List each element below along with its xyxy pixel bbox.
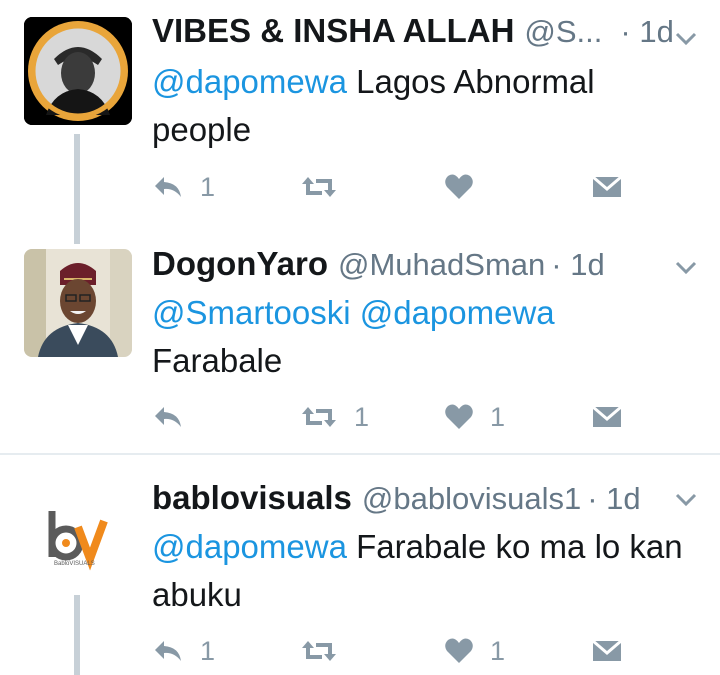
- message-icon: [592, 405, 622, 427]
- retweet-button[interactable]: [300, 167, 354, 207]
- message-button[interactable]: [592, 167, 622, 207]
- tweet-body: Farabale: [152, 342, 283, 379]
- timestamp[interactable]: · 1d: [587, 481, 640, 517]
- like-count: 1: [490, 401, 506, 432]
- reply-count: 1: [200, 635, 216, 666]
- avatar[interactable]: [24, 17, 132, 125]
- action-bar: 1 1: [152, 397, 632, 437]
- chevron-down-icon[interactable]: [674, 255, 698, 279]
- display-name[interactable]: DogonYaro: [152, 245, 328, 283]
- avatar-image: [24, 249, 132, 357]
- retweet-count: 1: [354, 401, 370, 432]
- user-handle[interactable]: @MuhadSman: [338, 247, 545, 283]
- tweet-1[interactable]: VIBES & INSHA ALLAH @S... · 1d @dapomewa…: [0, 0, 720, 244]
- chevron-down-icon[interactable]: [674, 487, 698, 511]
- tweet-header: DogonYaro @MuhadSman · 1d: [152, 245, 605, 289]
- display-name[interactable]: bablovisuals: [152, 479, 352, 517]
- user-handle[interactable]: @S...: [524, 14, 602, 50]
- tweet-header: bablovisuals @bablovisuals1 · 1d: [152, 479, 641, 523]
- like-count: 1: [490, 635, 506, 666]
- like-icon: [445, 174, 473, 199]
- timestamp[interactable]: · 1d: [551, 247, 604, 283]
- tweet-text: @Smartooski @dapomewa Farabale: [152, 289, 692, 385]
- display-name[interactable]: VIBES & INSHA ALLAH: [152, 12, 514, 50]
- mention-link[interactable]: @dapomewa: [152, 528, 347, 565]
- retweet-button[interactable]: 1: [300, 397, 369, 437]
- like-icon: [445, 404, 473, 429]
- chevron-down-icon[interactable]: [674, 26, 698, 50]
- like-icon: [445, 638, 473, 663]
- user-handle[interactable]: @bablovisuals1: [362, 481, 581, 517]
- thread-line: [74, 134, 80, 244]
- like-button[interactable]: [444, 167, 490, 207]
- tweet-3[interactable]: BabloVISUALS bablovisuals @bablovisuals1…: [0, 455, 720, 675]
- mention-link[interactable]: @dapomewa: [152, 63, 347, 100]
- action-bar: 1: [152, 167, 632, 207]
- message-button[interactable]: [592, 397, 622, 437]
- message-icon: [592, 175, 622, 197]
- message-icon: [592, 639, 622, 661]
- retweet-button[interactable]: [300, 631, 354, 671]
- mention-link[interactable]: @Smartooski @dapomewa: [152, 294, 555, 331]
- reply-button[interactable]: [152, 397, 200, 437]
- bablovisuals-logo: [24, 481, 132, 589]
- avatar[interactable]: [24, 249, 132, 357]
- retweet-icon: [302, 641, 336, 661]
- thread-line: [74, 595, 80, 675]
- reply-button[interactable]: 1: [152, 167, 215, 207]
- retweet-icon: [302, 407, 336, 427]
- tweet-text: @dapomewa Lagos Abnormal people: [152, 58, 692, 154]
- avatar-image: [24, 17, 132, 125]
- tweet-header: VIBES & INSHA ALLAH @S... · 1d: [152, 12, 674, 56]
- action-bar: 1 1: [152, 631, 632, 671]
- like-button[interactable]: 1: [444, 631, 505, 671]
- reply-icon: [155, 641, 181, 661]
- reply-button[interactable]: 1: [152, 631, 215, 671]
- like-button[interactable]: 1: [444, 397, 505, 437]
- tweet-text: @dapomewa Farabale ko ma lo kan abuku: [152, 523, 692, 619]
- logo-text: BabloVISUALS: [54, 561, 95, 567]
- retweet-icon: [302, 177, 336, 197]
- tweet-2[interactable]: DogonYaro @MuhadSman · 1d @Smartooski @d…: [0, 235, 720, 453]
- message-button[interactable]: [592, 631, 622, 671]
- avatar[interactable]: BabloVISUALS: [24, 481, 132, 589]
- reply-icon: [155, 407, 181, 427]
- timestamp[interactable]: · 1d: [620, 14, 673, 50]
- reply-icon: [155, 177, 181, 197]
- reply-count: 1: [200, 171, 216, 202]
